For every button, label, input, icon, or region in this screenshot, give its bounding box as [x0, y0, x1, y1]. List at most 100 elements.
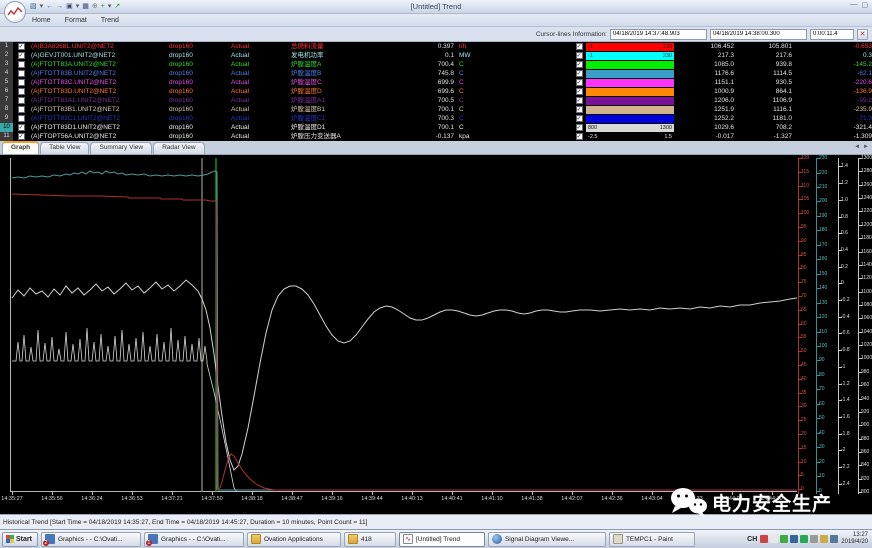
export-window-icon[interactable]: ▣: [66, 2, 73, 11]
tab-table-view[interactable]: Table View: [40, 142, 89, 154]
signal-row[interactable]: 11✓(A)FTOPT56A.UNIT2@NET2drop160Actual炉膛…: [0, 132, 872, 141]
color-swatch[interactable]: [586, 79, 674, 87]
color-swatch[interactable]: [586, 115, 674, 123]
plot-checkbox[interactable]: [18, 79, 25, 86]
color-swatch[interactable]: -1230: [586, 52, 674, 60]
plot-checkbox[interactable]: [18, 88, 25, 95]
scale-checkbox[interactable]: ✓: [576, 106, 583, 113]
signal-row[interactable]: 8(A)FTOTT83B1.UNIT2@NET2drop160Actual炉膛温…: [0, 105, 872, 114]
dropdown-caret-icon[interactable]: ▾: [108, 2, 112, 11]
tab-summary-view[interactable]: Summary View: [90, 142, 152, 154]
plot-checkbox[interactable]: ✓: [18, 133, 25, 140]
taskbar-button[interactable]: ∿[Untitled] Trend: [399, 532, 485, 547]
scale-checkbox[interactable]: ✓: [576, 97, 583, 104]
taskbar-button[interactable]: 1Graphics - - C:\Ovati...: [144, 532, 244, 547]
scale-checkbox[interactable]: ✓: [576, 43, 583, 50]
signal-row[interactable]: 2✓(A)GEVJT001.UNIT2@NET2drop160Actual发电机…: [0, 51, 872, 60]
signal-row[interactable]: 10✓(A)FTOTT83D1.UNIT2@NET2drop160Actual炉…: [0, 123, 872, 132]
tray-icon[interactable]: [790, 535, 798, 543]
plot-checkbox[interactable]: ✓: [18, 43, 25, 50]
tab-radar-view[interactable]: Radar View: [153, 142, 204, 154]
plot-checkbox[interactable]: ✓: [18, 124, 25, 131]
taskbar-button[interactable]: 418: [344, 532, 396, 547]
color-swatch[interactable]: -2.51.5: [586, 133, 674, 141]
plot-checkbox[interactable]: [18, 106, 25, 113]
trend-chart-icon[interactable]: ▧: [30, 2, 37, 11]
taskbar-button[interactable]: TEMPC1 - Paint: [609, 532, 695, 547]
tray-icon[interactable]: [820, 535, 828, 543]
signal-unit: C: [454, 87, 484, 96]
taskbar-button[interactable]: Ovation Applications: [247, 532, 341, 547]
zoom-icon[interactable]: ⊕: [92, 2, 98, 11]
axis-tick-label: 880: [861, 436, 869, 442]
start-button[interactable]: Start: [2, 532, 38, 547]
tray-icon[interactable]: [810, 535, 818, 543]
tray-icon[interactable]: [780, 535, 788, 543]
forward-arrow-icon[interactable]: →: [56, 2, 63, 11]
scale-checkbox[interactable]: ✓: [576, 124, 583, 131]
cursor-info-bar: Cursor-lines Information: ✕: [0, 27, 872, 42]
color-swatch[interactable]: [586, 61, 674, 69]
language-indicator[interactable]: CH: [747, 536, 757, 543]
plot-checkbox[interactable]: [18, 115, 25, 122]
minimize-button[interactable]: —: [850, 1, 857, 9]
scale-checkbox[interactable]: ✓: [576, 133, 583, 140]
menu-item-home[interactable]: Home: [32, 17, 51, 24]
cursor1-value: 217.3: [674, 51, 734, 60]
signal-row[interactable]: 6(A)FTOTT83D.UNIT2@NET2drop160Actual炉膛温度…: [0, 87, 872, 96]
plot-checkbox[interactable]: [18, 70, 25, 77]
dropdown-caret-icon[interactable]: ▾: [76, 2, 80, 11]
app-logo-icon[interactable]: [4, 1, 26, 23]
menu-item-format[interactable]: Format: [65, 17, 87, 24]
scale-checkbox[interactable]: ✓: [576, 61, 583, 68]
taskbar-button[interactable]: 2Graphics - - C:\Ovati...: [41, 532, 141, 547]
tray-icon[interactable]: [830, 535, 838, 543]
tray-icon[interactable]: [800, 535, 808, 543]
plot-checkbox[interactable]: [18, 61, 25, 68]
signal-row[interactable]: 5(A)FTOTT83C.UNIT2@NET2drop160Actual炉膛温度…: [0, 78, 872, 87]
cursor-time-1-field[interactable]: [610, 29, 707, 40]
taskbar-button[interactable]: Signal Diagram Viewe...: [488, 532, 606, 547]
scale-checkbox[interactable]: ✓: [576, 52, 583, 59]
signal-description: 炉膛温度D1: [291, 123, 396, 132]
cursor1-value: 106.452: [674, 42, 734, 51]
close-cursor-info-button[interactable]: ✕: [857, 29, 868, 40]
color-swatch[interactable]: 8001300: [586, 124, 674, 132]
back-arrow-icon[interactable]: ←: [46, 2, 53, 11]
plot-checkbox[interactable]: ✓: [18, 52, 25, 59]
scale-checkbox[interactable]: ✓: [576, 88, 583, 95]
signal-row[interactable]: 9(A)FTOTT83C1.UNIT2@NET2drop160Actual炉膛温…: [0, 114, 872, 123]
scale-checkbox[interactable]: ✓: [576, 79, 583, 86]
color-swatch[interactable]: -1120: [586, 43, 674, 51]
color-swatch[interactable]: [586, 70, 674, 78]
time-tick-label: 14:42:07: [557, 496, 587, 502]
add-signal-icon[interactable]: +: [101, 2, 105, 11]
menu-item-trend[interactable]: Trend: [101, 17, 119, 24]
tray-icon[interactable]: [760, 535, 768, 543]
maximize-button[interactable]: ▢: [861, 1, 868, 9]
axis-tick-label: 105: [801, 196, 809, 202]
color-swatch[interactable]: [586, 88, 674, 96]
table-view-icon[interactable]: ▦: [82, 2, 89, 11]
signal-row[interactable]: 4(A)FTOTT83B.UNIT2@NET2drop160Actual炉膛温度…: [0, 69, 872, 78]
tray-icon[interactable]: [770, 535, 778, 543]
taskbar-clock[interactable]: 13:27 2019/4/20: [841, 532, 870, 546]
cursor-delta-field[interactable]: [810, 29, 854, 40]
tab-graph[interactable]: Graph: [2, 141, 39, 154]
cursor-time-2-field[interactable]: [710, 29, 807, 40]
scale-checkbox[interactable]: ✓: [576, 115, 583, 122]
signal-row[interactable]: 1✓(A)B3A8268L.UNIT2@NET2drop160Actual总燃料…: [0, 42, 872, 51]
signal-row[interactable]: 7(A)FTOTT83A1.UNIT2@NET2drop160Actual炉膛温…: [0, 96, 872, 105]
scale-checkbox[interactable]: ✓: [576, 70, 583, 77]
color-swatch[interactable]: [586, 106, 674, 114]
tab-scroll-right-icon[interactable]: ►: [863, 144, 869, 150]
color-swatch[interactable]: [586, 97, 674, 105]
dropdown-caret-icon[interactable]: ▾: [40, 2, 44, 11]
signal-row[interactable]: 3(A)FTOTT83A.UNIT2@NET2drop160Actual炉膛温度…: [0, 60, 872, 69]
trend-plot[interactable]: [10, 158, 797, 492]
signal-name: (A)FTOTT83A1.UNIT2@NET2: [29, 96, 169, 105]
plot-checkbox[interactable]: [18, 97, 25, 104]
live-trend-icon[interactable]: ↗: [114, 2, 120, 11]
tab-scroll-left-icon[interactable]: ◄: [854, 144, 860, 150]
signal-drop: drop160: [169, 78, 231, 87]
